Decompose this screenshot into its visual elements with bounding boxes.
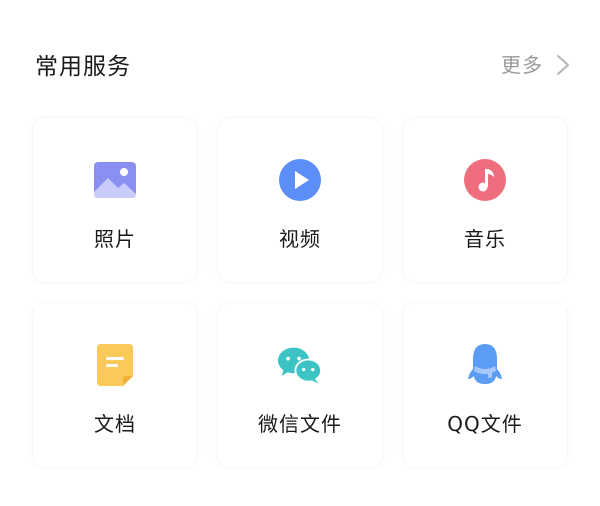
service-label: 照片 (94, 227, 136, 251)
video-icon (278, 158, 322, 202)
service-card-documents[interactable]: 文档 (33, 303, 197, 467)
service-label: 音乐 (464, 227, 506, 251)
service-card-wechat-files[interactable]: 微信文件 (218, 303, 382, 467)
service-label: QQ文件 (447, 412, 523, 436)
common-services-header: 常用服务 更多 (0, 0, 600, 130)
service-card-photos[interactable]: 照片 (33, 118, 197, 282)
services-grid: 照片 视频 音乐 文档 微信文件 QQ文件 (33, 118, 568, 467)
section-title: 常用服务 (35, 54, 131, 80)
service-card-videos[interactable]: 视频 (218, 118, 382, 282)
qq-icon (463, 343, 507, 387)
chevron-right-icon (557, 55, 569, 75)
service-card-music[interactable]: 音乐 (403, 118, 567, 282)
more-button[interactable]: 更多 (501, 50, 570, 80)
service-label: 文档 (94, 412, 136, 436)
more-label: 更多 (501, 53, 543, 77)
music-icon (463, 158, 507, 202)
service-label: 视频 (279, 227, 321, 251)
service-card-qq-files[interactable]: QQ文件 (403, 303, 567, 467)
wechat-icon (278, 343, 322, 387)
photo-icon (93, 158, 137, 202)
service-label: 微信文件 (258, 412, 342, 436)
document-icon (93, 343, 137, 387)
